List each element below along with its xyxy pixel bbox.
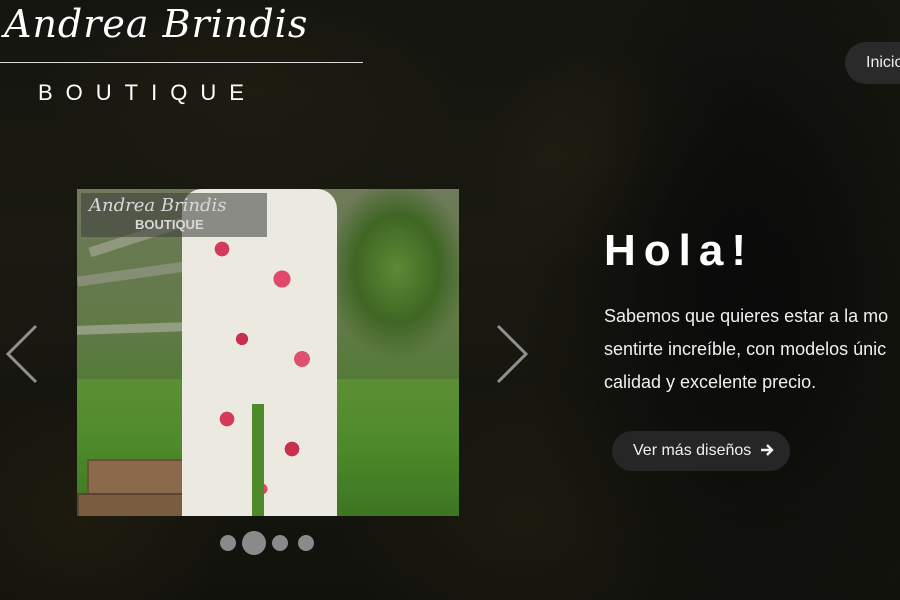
photo-leg-gap [252,404,264,516]
photo-leaf [77,322,188,335]
hero-description-line: Sabemos que quieres estar a la mo [604,306,889,326]
arrow-right-icon [760,444,774,456]
nav-item-inicio[interactable]: Inicio [845,42,900,84]
site-logo[interactable]: Andrea Brindis BOUTIQUE [0,0,363,115]
carousel-prev-button[interactable] [2,322,42,386]
logo-divider [0,62,363,63]
logo-subtitle: BOUTIQUE [38,80,257,105]
photo-crate [77,493,191,516]
carousel-dot-active[interactable] [242,531,266,555]
carousel-next-button[interactable] [492,322,532,386]
photo-leaf [77,261,188,287]
hero-description-line: calidad y excelente precio. [604,372,817,392]
hero-description-line: sentirte increíble, con modelos únic [604,339,887,359]
watermark-script: Andrea Brindis [89,195,227,216]
logo-script-name: Andrea Brindis [4,2,309,46]
chevron-right-icon [496,324,529,384]
watermark-subtitle: BOUTIQUE [135,217,204,232]
hero-description: Sabemos que quieres estar a la mo sentir… [604,300,900,400]
carousel-slide-image: Andrea Brindis BOUTIQUE [77,189,459,516]
carousel-dot[interactable] [298,535,314,551]
hero-title: Hola! [604,226,754,275]
cta-label: Ver más diseños [633,442,752,459]
see-more-designs-button[interactable]: Ver más diseños [612,431,790,471]
photo-watermark: Andrea Brindis BOUTIQUE [81,193,267,237]
carousel-dot[interactable] [272,535,288,551]
carousel-dot[interactable] [220,535,236,551]
chevron-left-icon [5,324,38,384]
photo-foliage [327,189,459,379]
